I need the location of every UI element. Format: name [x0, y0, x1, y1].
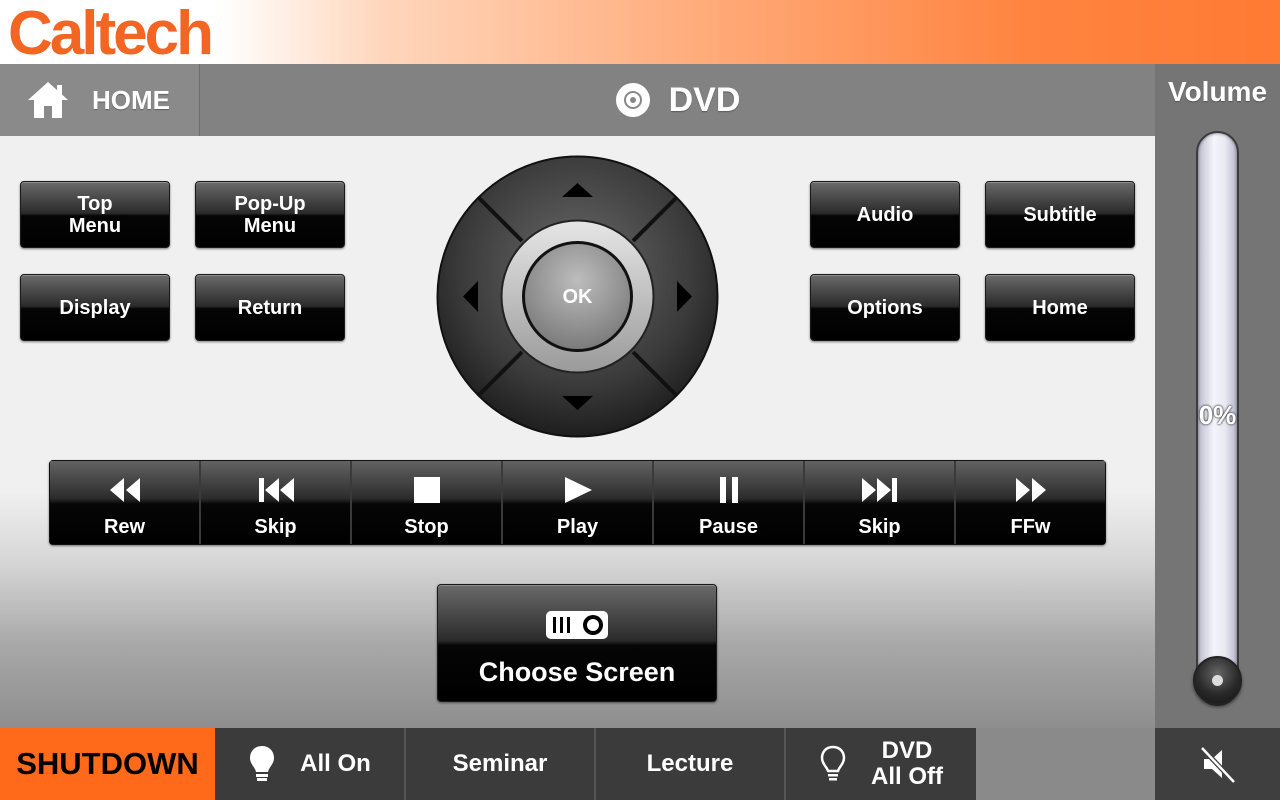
stop-icon — [413, 477, 440, 503]
return-button[interactable]: Return — [195, 274, 345, 341]
choose-screen-label: Choose Screen — [478, 657, 676, 687]
audio-label: Audio — [856, 203, 914, 226]
direction-pad: OK — [436, 155, 719, 438]
volume-title: Volume — [1167, 76, 1268, 107]
lecture-button[interactable]: Lecture — [596, 728, 786, 800]
skip-forward-button[interactable]: Skip — [805, 461, 956, 544]
bottom-bar: SHUTDOWN All On Seminar Lecture DVD All … — [0, 728, 1280, 800]
home-label: HOME — [92, 84, 170, 115]
rewind-icon — [109, 478, 140, 502]
rewind-label: Rew — [103, 516, 146, 538]
page-title: DVD — [668, 80, 741, 119]
shutdown-button[interactable]: SHUTDOWN — [0, 728, 215, 800]
skip-forward-icon — [861, 478, 897, 502]
return-label: Return — [237, 296, 303, 319]
mute-button[interactable] — [1155, 728, 1280, 800]
options-label: Options — [847, 296, 923, 319]
subtitle-label: Subtitle — [1023, 203, 1097, 226]
rewind-button[interactable]: Rew — [50, 461, 201, 544]
ok-button[interactable]: OK — [522, 241, 633, 352]
fast-forward-button[interactable]: FFw — [956, 461, 1105, 544]
all-on-label: All On — [300, 750, 371, 777]
fast-forward-icon — [1015, 478, 1046, 502]
popup-menu-label: Pop-Up Menu — [234, 192, 306, 237]
volume-panel: Volume 0% — [1155, 64, 1280, 728]
speaker-muted-icon — [1199, 746, 1236, 784]
fast-forward-label: FFw — [1010, 516, 1051, 538]
choose-screen-button[interactable]: Choose Screen — [437, 584, 717, 702]
pause-icon — [719, 477, 738, 503]
pause-button[interactable]: Pause — [654, 461, 805, 544]
skip-back-label: Skip — [254, 516, 297, 538]
dvd-control-area: Top Menu Pop-Up Menu Display Return Audi… — [0, 136, 1155, 728]
dvd-all-off-button[interactable]: DVD All Off — [786, 728, 976, 800]
subtitle-button[interactable]: Subtitle — [985, 181, 1135, 248]
audio-button[interactable]: Audio — [810, 181, 960, 248]
disc-icon — [615, 83, 650, 117]
house-icon — [28, 82, 68, 118]
home-button[interactable]: Home — [985, 274, 1135, 341]
top-banner: Caltech — [0, 0, 1280, 68]
stop-button[interactable]: Stop — [352, 461, 503, 544]
home-tab[interactable]: HOME — [0, 64, 200, 136]
popup-menu-button[interactable]: Pop-Up Menu — [195, 181, 345, 248]
projector-icon — [546, 611, 608, 639]
pause-label: Pause — [699, 516, 758, 538]
page-title-area: DVD — [200, 64, 1155, 136]
ok-label: OK — [563, 286, 594, 308]
skip-forward-label: Skip — [858, 516, 901, 538]
play-button[interactable]: Play — [503, 461, 654, 544]
skip-back-icon — [258, 478, 294, 502]
lecture-label: Lecture — [646, 750, 734, 777]
display-label: Display — [59, 296, 131, 319]
volume-slider-knob[interactable] — [1193, 656, 1242, 705]
header-bar: HOME DVD — [0, 64, 1155, 136]
caltech-logo: Caltech — [8, 0, 214, 68]
stop-label: Stop — [404, 516, 449, 538]
top-menu-label: Top Menu — [68, 192, 122, 237]
transport-bar: Rew Skip Stop Play Pause Skip FFw — [49, 460, 1106, 545]
play-label: Play — [556, 516, 599, 538]
lightbulb-on-icon — [250, 746, 275, 781]
skip-back-button[interactable]: Skip — [201, 461, 352, 544]
volume-level: 0% — [1198, 400, 1237, 430]
display-button[interactable]: Display — [20, 274, 170, 341]
dvd-all-off-label: DVD All Off — [871, 737, 943, 790]
top-menu-button[interactable]: Top Menu — [20, 181, 170, 248]
options-button[interactable]: Options — [810, 274, 960, 341]
home-label-button: Home — [1032, 296, 1088, 319]
seminar-button[interactable]: Seminar — [406, 728, 596, 800]
seminar-label: Seminar — [452, 750, 548, 777]
all-on-button[interactable]: All On — [215, 728, 406, 800]
lightbulb-off-icon — [820, 745, 846, 781]
play-icon — [564, 477, 592, 503]
